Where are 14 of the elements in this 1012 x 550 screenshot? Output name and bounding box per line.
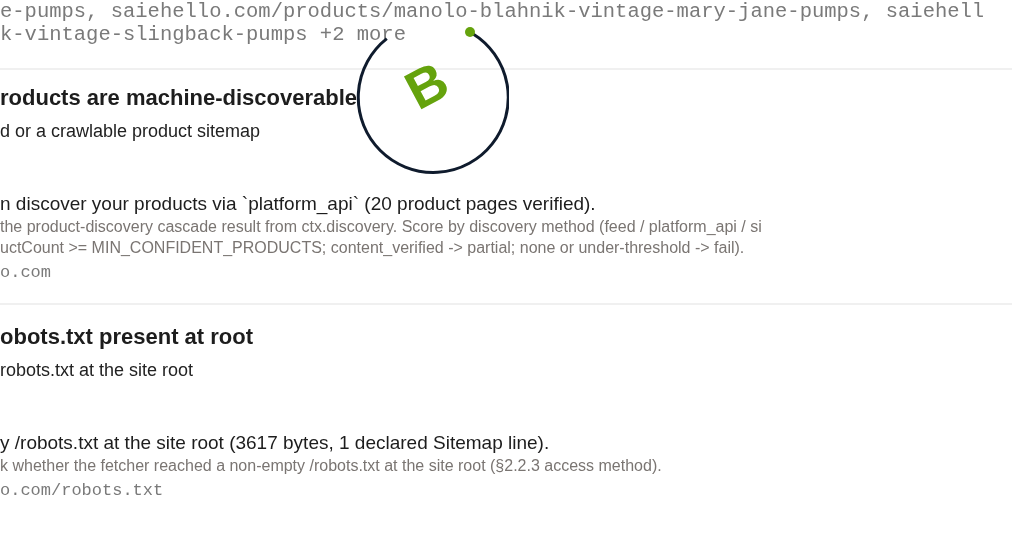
grade-letter: B — [396, 52, 457, 118]
method-note: uctCount >= MIN_CONFIDENT_PRODUCTS; content_verified -> partial; none or under-threshold -> fail). — [0, 238, 745, 257]
method-note: k whether the fetcher reached a non-empty /robots.txt at the site root (§2.2.3 access method). — [0, 456, 662, 475]
evidence-text: o.com — [0, 263, 51, 283]
evidence-text: k-vintage-slingback-pumps +2 more — [0, 23, 406, 46]
check-description: d or a crawlable product sitemap — [0, 120, 261, 142]
method-note: the product-discovery cascade result from ctx.discovery. Score by discovery method (feed / platform_api / si — [0, 217, 762, 236]
check-result: y /robots.txt at the site root (3617 bytes, 1 declared Sitemap line). — [0, 431, 550, 454]
evidence-text: e-pumps, saiehello.com/products/manolo-blahnik-vintage-mary-jane-pumps, saiehell — [0, 0, 985, 23]
check-title: roducts are machine-discoverable — [0, 84, 358, 112]
evidence-text: o.com/robots.txt — [0, 481, 164, 501]
check-result: n discover your products via `platform_api` (20 product pages verified). — [0, 192, 596, 215]
check-title: obots.txt present at root — [0, 323, 253, 351]
check-description: robots.txt at the site root — [0, 359, 194, 381]
